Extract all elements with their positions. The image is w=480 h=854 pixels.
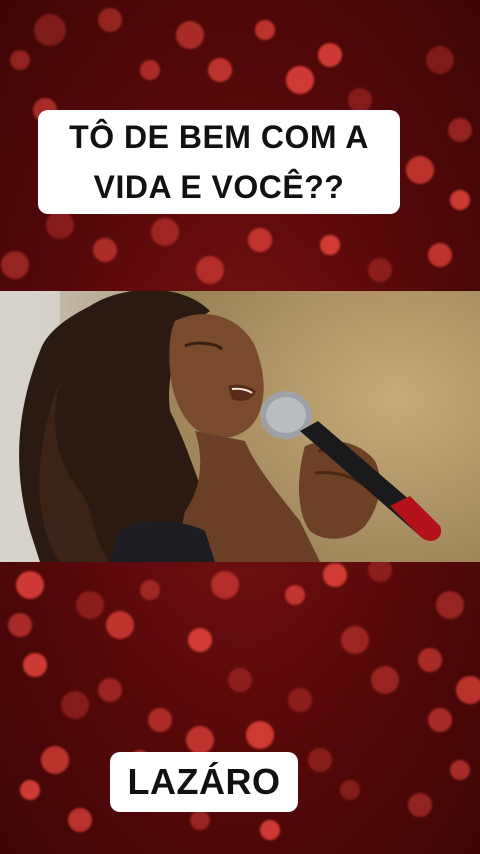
bokeh-light: [428, 708, 452, 732]
bokeh-light: [106, 611, 134, 639]
bokeh-light: [151, 218, 179, 246]
bokeh-light: [308, 748, 332, 772]
bokeh-light: [1, 251, 29, 279]
bokeh-light: [418, 648, 442, 672]
bokeh-light: [248, 228, 272, 252]
bokeh-light: [176, 21, 204, 49]
bokeh-light: [34, 14, 66, 46]
bokeh-light: [10, 50, 30, 70]
bokeh-light: [456, 676, 480, 704]
bokeh-light: [323, 563, 347, 587]
bokeh-light: [450, 190, 470, 210]
caption-top: TÔ DE BEM COM A VIDA E VOCÊ??: [38, 110, 400, 214]
bokeh-light: [428, 243, 452, 267]
bokeh-light: [188, 628, 212, 652]
bokeh-light: [228, 668, 252, 692]
bokeh-light: [286, 66, 314, 94]
bokeh-light: [148, 708, 172, 732]
video-frame[interactable]: [0, 291, 480, 562]
bokeh-light: [260, 820, 280, 840]
bokeh-light: [208, 58, 232, 82]
bokeh-light: [16, 571, 44, 599]
bokeh-light: [320, 235, 340, 255]
bokeh-light: [93, 238, 117, 262]
bokeh-light: [211, 571, 239, 599]
bokeh-light: [41, 746, 69, 774]
bokeh-light: [371, 666, 399, 694]
bokeh-light: [98, 678, 122, 702]
caption-top-line-1: TÔ DE BEM COM A: [69, 119, 369, 155]
bokeh-light: [186, 726, 214, 754]
bokeh-light: [255, 20, 275, 40]
bokeh-light: [68, 808, 92, 832]
bokeh-light: [368, 258, 392, 282]
bokeh-light: [76, 591, 104, 619]
bokeh-light: [426, 46, 454, 74]
bokeh-light: [98, 8, 122, 32]
bokeh-light: [246, 721, 274, 749]
bokeh-light: [408, 793, 432, 817]
bokeh-light: [285, 585, 305, 605]
bokeh-light: [8, 613, 32, 637]
bokeh-light: [46, 211, 74, 239]
bokeh-light: [450, 760, 470, 780]
bokeh-light: [288, 688, 312, 712]
bokeh-light: [190, 810, 210, 830]
bokeh-light: [341, 626, 369, 654]
bokeh-light: [196, 256, 224, 284]
bokeh-light: [318, 43, 342, 67]
singer-illustration: [0, 291, 480, 562]
bokeh-light: [140, 580, 160, 600]
caption-bottom: LAZÁRO: [110, 752, 298, 812]
bokeh-light: [436, 591, 464, 619]
bokeh-light: [61, 691, 89, 719]
bokeh-light: [406, 156, 434, 184]
bokeh-light: [348, 88, 372, 112]
bokeh-light: [20, 780, 40, 800]
bokeh-light: [23, 653, 47, 677]
bokeh-light: [340, 780, 360, 800]
caption-top-line-2: VIDA E VOCÊ??: [93, 169, 345, 205]
bokeh-light: [448, 118, 472, 142]
bokeh-light: [140, 60, 160, 80]
